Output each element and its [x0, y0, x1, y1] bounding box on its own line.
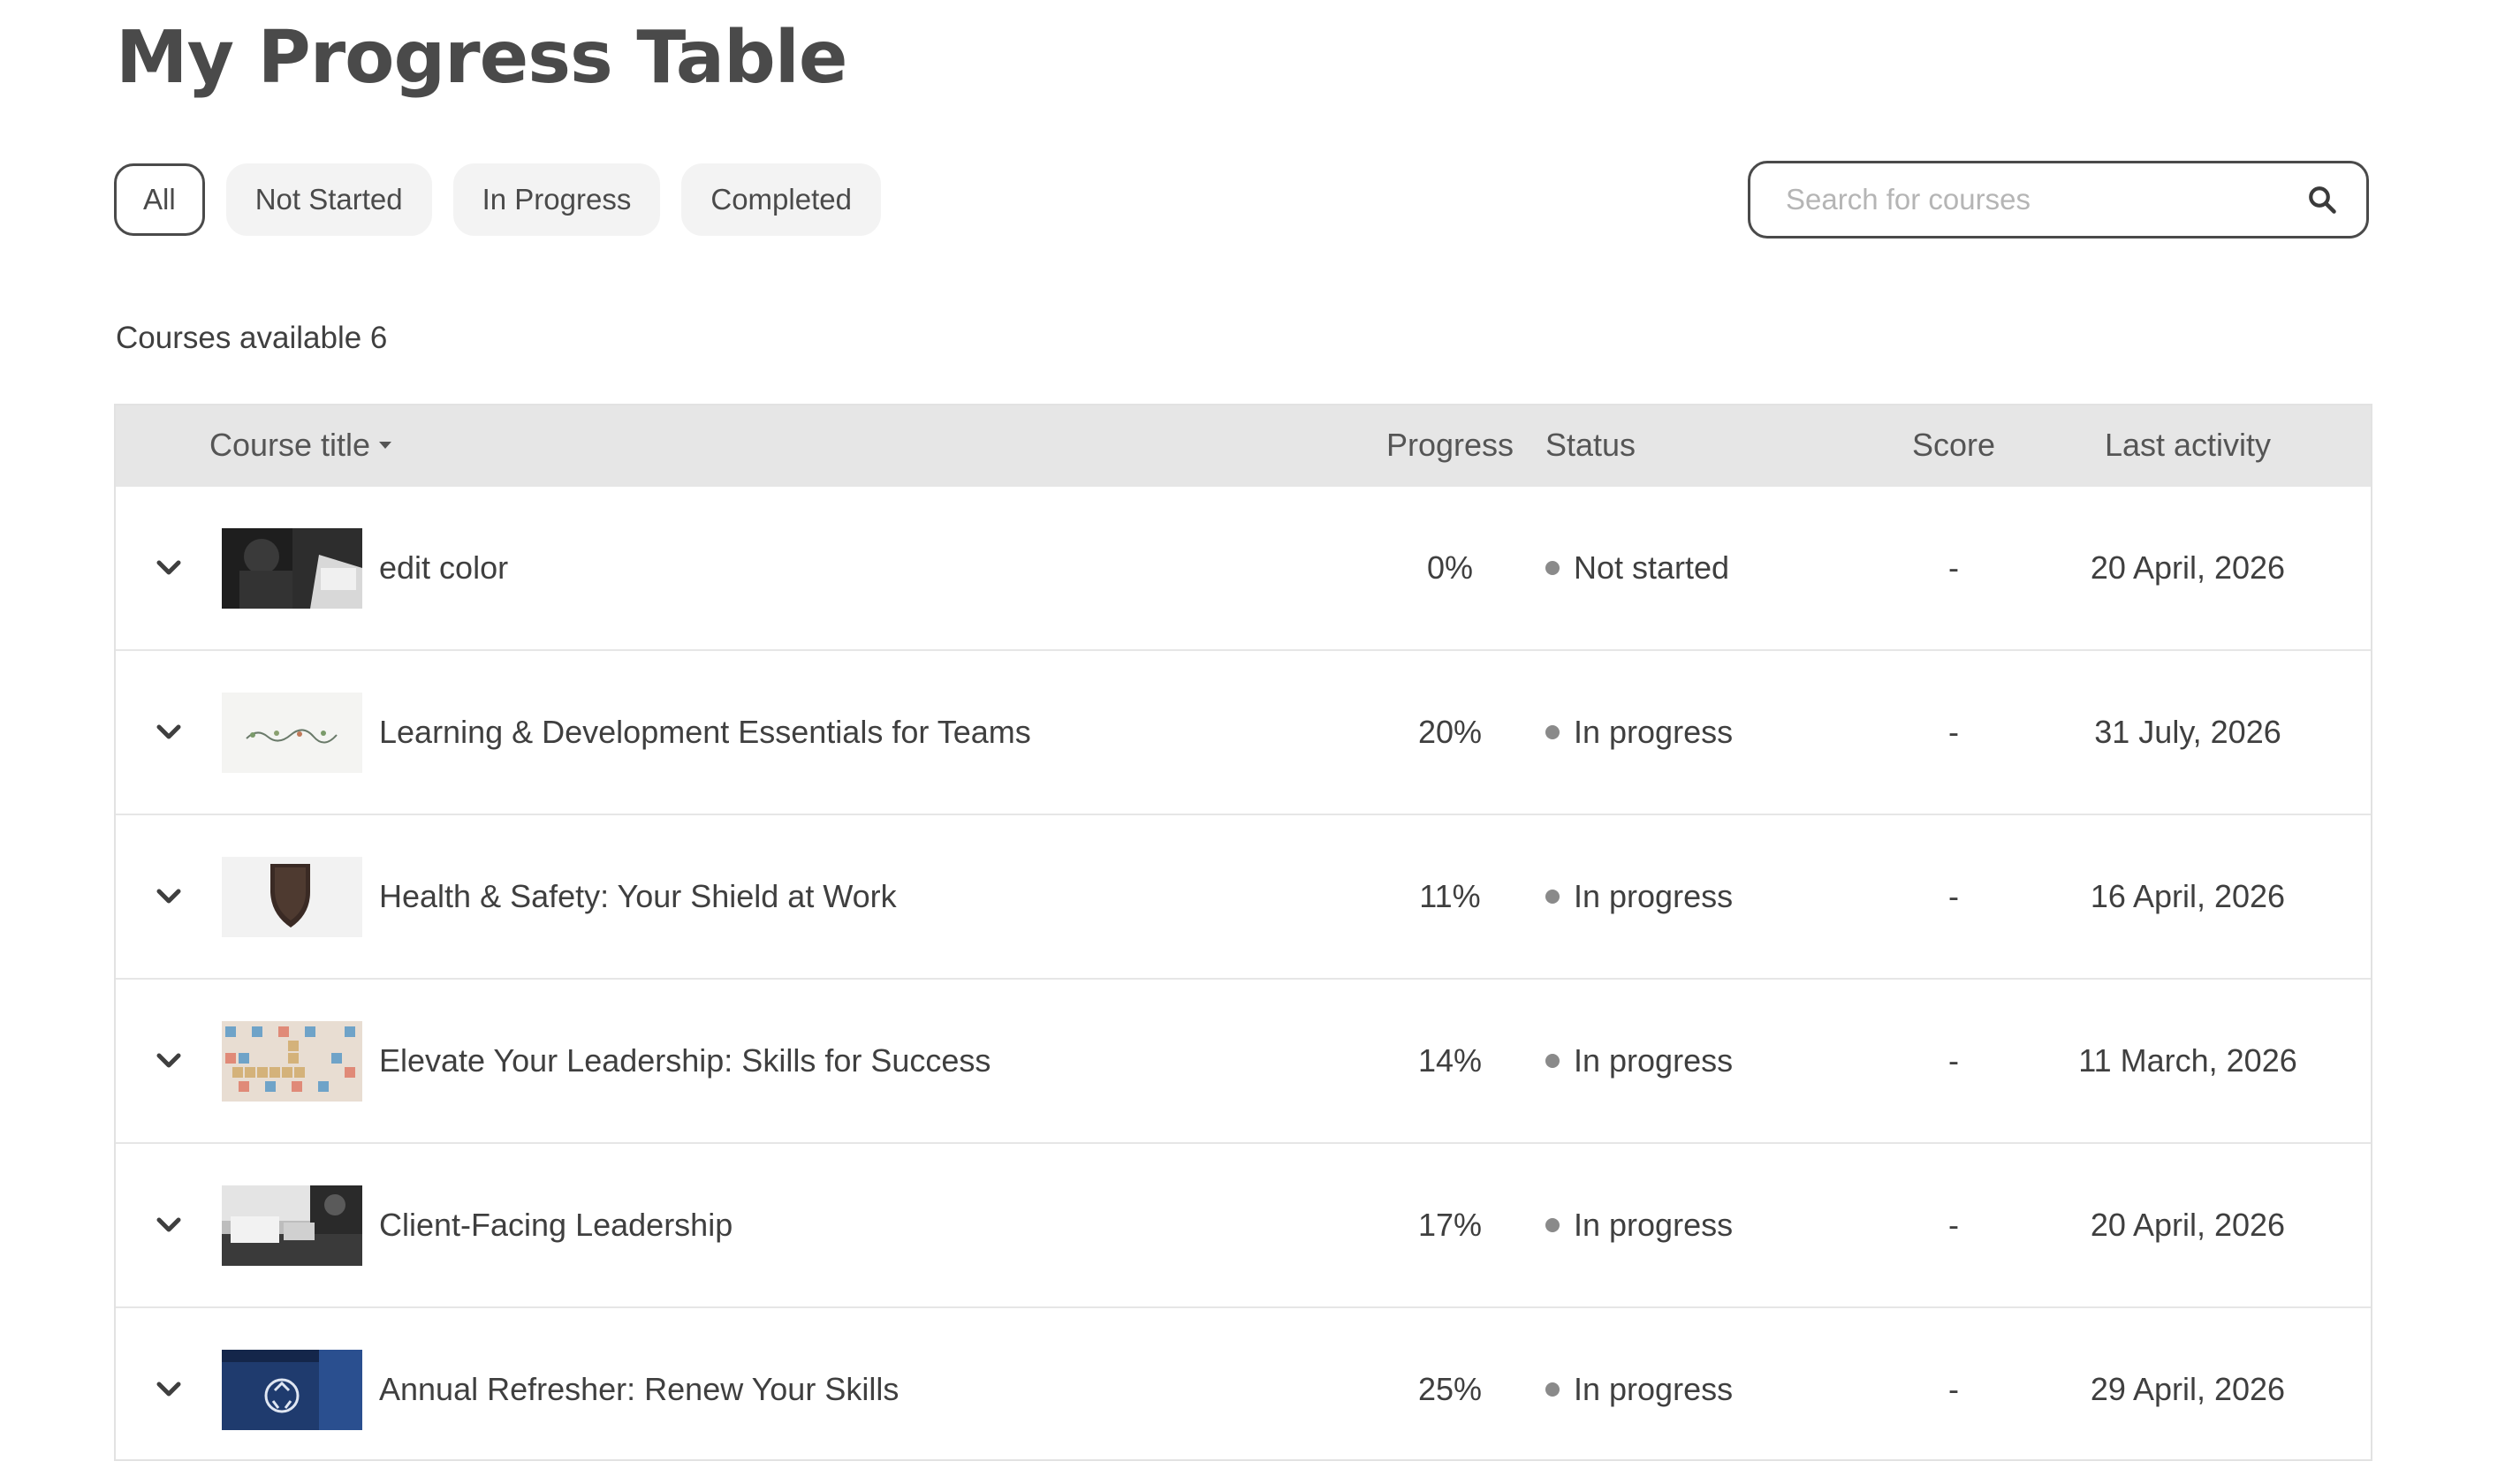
table-row[interactable]: Health & Safety: Your Shield at Work 11%… [116, 814, 2371, 978]
table-row[interactable]: Client-Facing Leadership 17% In progress… [116, 1142, 2371, 1306]
course-status: In progress [1545, 651, 1733, 814]
course-status-label: In progress [1574, 1371, 1734, 1407]
course-status: In progress [1545, 1144, 1733, 1306]
filter-in-progress[interactable]: In Progress [452, 163, 661, 236]
page-title: My Progress Table [116, 16, 848, 100]
status-dot [1545, 561, 1560, 575]
course-status-label: Not started [1574, 549, 1730, 586]
status-dot [1545, 725, 1560, 739]
table-row[interactable]: Annual Refresher: Renew Your Skills 25% … [116, 1306, 2371, 1471]
table-row[interactable]: Learning & Development Essentials for Te… [116, 649, 2371, 814]
search-icon[interactable] [2304, 182, 2340, 217]
header-status[interactable]: Status [1545, 405, 1636, 485]
course-progress: 11% [1419, 878, 1481, 914]
filter-completed[interactable]: Completed [681, 163, 881, 236]
course-score: - [1948, 1371, 1959, 1407]
header-progress[interactable]: Progress [1344, 405, 1556, 485]
expand-row-button[interactable] [142, 487, 195, 649]
header-course-title[interactable]: Course title [209, 405, 393, 485]
caret-down-icon [379, 442, 392, 449]
course-score: - [1948, 878, 1959, 914]
course-thumbnail[interactable] [222, 692, 362, 773]
course-score: - [1948, 549, 1959, 586]
course-status: In progress [1545, 815, 1733, 978]
course-last-activity: 16 April, 2026 [2090, 878, 2286, 914]
course-thumbnail[interactable] [222, 856, 362, 937]
course-last-activity: 11 March, 2026 [2078, 1042, 2297, 1079]
status-dot [1545, 890, 1560, 904]
course-title[interactable]: Learning & Development Essentials for Te… [379, 651, 1031, 814]
table-header: Course title Progress Status Score Last … [116, 405, 2371, 485]
course-status: In progress [1545, 1308, 1733, 1471]
course-title[interactable]: Health & Safety: Your Shield at Work [379, 815, 897, 978]
chevron-down-icon [156, 1053, 181, 1068]
course-progress: 17% [1417, 1207, 1483, 1243]
course-last-activity: 20 April, 2026 [2090, 549, 2286, 586]
header-last-activity[interactable]: Last activity [2042, 405, 2334, 485]
course-thumbnail[interactable] [222, 527, 362, 609]
course-status: In progress [1545, 980, 1733, 1142]
chevron-down-icon [156, 560, 181, 575]
search-box [1748, 161, 2369, 238]
course-progress: 25% [1417, 1371, 1483, 1407]
course-status-label: In progress [1574, 1207, 1734, 1243]
filter-tabs: All Not Started In Progress Completed [114, 163, 881, 236]
course-title[interactable]: edit color [379, 487, 508, 649]
header-course-title-label: Course title [209, 427, 371, 463]
course-score: - [1948, 1042, 1959, 1079]
course-progress: 14% [1417, 1042, 1483, 1079]
course-title[interactable]: Client-Facing Leadership [379, 1144, 733, 1306]
filter-all[interactable]: All [114, 163, 205, 236]
status-dot [1545, 1054, 1560, 1068]
chevron-down-icon [156, 889, 181, 904]
filter-not-started[interactable]: Not Started [225, 163, 432, 236]
chevron-down-icon [156, 1217, 181, 1232]
chevron-down-icon [156, 724, 181, 739]
expand-row-button[interactable] [142, 651, 195, 814]
course-last-activity: 29 April, 2026 [2090, 1371, 2286, 1407]
course-progress: 20% [1417, 714, 1483, 750]
course-thumbnail[interactable] [222, 1185, 362, 1266]
expand-row-button[interactable] [142, 1308, 195, 1471]
course-last-activity: 20 April, 2026 [2090, 1207, 2286, 1243]
expand-row-button[interactable] [142, 980, 195, 1142]
header-score[interactable]: Score [1909, 405, 1998, 485]
course-title[interactable]: Elevate Your Leadership: Skills for Succ… [379, 980, 991, 1142]
course-status-label: In progress [1574, 1042, 1734, 1079]
expand-row-button[interactable] [142, 815, 195, 978]
course-score: - [1948, 1207, 1959, 1243]
chevron-down-icon [156, 1382, 181, 1397]
status-dot [1545, 1218, 1560, 1232]
expand-row-button[interactable] [142, 1144, 195, 1306]
course-score: - [1948, 714, 1959, 750]
progress-table: Course title Progress Status Score Last … [114, 404, 2372, 1461]
search-input[interactable] [1784, 182, 2304, 217]
table-row[interactable]: Elevate Your Leadership: Skills for Succ… [116, 978, 2371, 1142]
status-dot [1545, 1382, 1560, 1397]
course-status-label: In progress [1574, 714, 1734, 750]
course-title[interactable]: Annual Refresher: Renew Your Skills [379, 1308, 899, 1471]
course-thumbnail[interactable] [222, 1020, 362, 1102]
course-status: Not started [1545, 487, 1729, 649]
table-row[interactable]: edit color 0% Not started - 20 April, 20… [116, 485, 2371, 649]
courses-count: Courses available 6 [116, 321, 388, 355]
course-status-label: In progress [1574, 878, 1734, 914]
course-thumbnail[interactable] [222, 1349, 362, 1430]
course-progress: 0% [1426, 549, 1474, 586]
course-last-activity: 31 July, 2026 [2094, 714, 2281, 750]
